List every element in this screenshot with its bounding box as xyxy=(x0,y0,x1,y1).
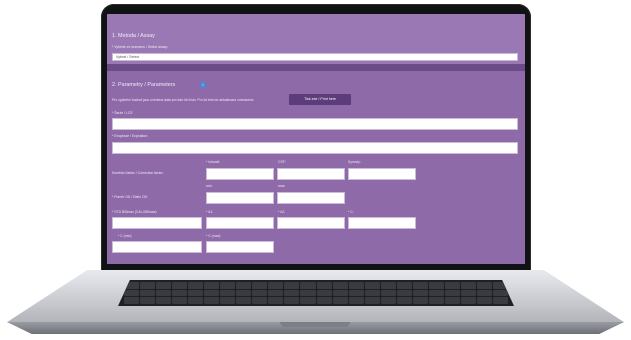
expiration-input[interactable] xyxy=(112,142,518,154)
c-max-label: * C (max): xyxy=(206,234,222,238)
col-label-serum: * Istnovit: xyxy=(206,160,220,164)
ratio-min-label: min: xyxy=(206,184,213,188)
laptop-screen: 1. Metoda / Assay * Vyberte ze seznamu /… xyxy=(107,14,525,264)
lot-input[interactable] xyxy=(112,118,518,130)
correction-csf-input[interactable] xyxy=(277,168,345,180)
section-divider xyxy=(107,64,525,71)
ratio-max-label: max: xyxy=(278,184,286,188)
lot-label: * Šarže / LOT: xyxy=(112,111,134,115)
c-max-input[interactable] xyxy=(206,241,274,253)
ratio-min-input[interactable] xyxy=(206,192,274,204)
std-a1-label: * A1: xyxy=(206,210,214,214)
laptop-notch xyxy=(280,322,350,327)
correction-synovial-input[interactable] xyxy=(348,168,416,180)
std-a2-label: * A2: xyxy=(278,210,286,214)
expiration-label: * Exspirace / Expiration: xyxy=(112,134,148,138)
ratio-label: * Poměr OD / Ratio OD: xyxy=(112,195,148,199)
std-c-input[interactable] xyxy=(348,217,416,229)
parameters-note: Pro vyplnění hodnot jsou uvedena data pr… xyxy=(112,98,254,102)
std-label: * STD B/Bmax (CAL B/Bmax): xyxy=(112,210,158,214)
ratio-max-input[interactable] xyxy=(277,192,345,204)
laptop-keyboard xyxy=(118,280,514,306)
assay-instruction: * Vyberte ze seznamu / Select assay: xyxy=(112,45,169,49)
assay-section-title: 1. Metoda / Assay xyxy=(112,33,155,39)
std-a1-input[interactable] xyxy=(206,217,274,229)
std-c-label: * C: xyxy=(348,210,354,214)
parameters-section-title: 2. Parametry / Parameters xyxy=(112,82,176,88)
print-button[interactable]: Tisk zde / Print here xyxy=(289,94,351,105)
col-label-synovial: Synoviy: xyxy=(348,160,361,164)
correction-factor-label: Korekční faktor / Correction factor: xyxy=(112,171,164,175)
std-a2-input[interactable] xyxy=(277,217,345,229)
std-input[interactable] xyxy=(112,217,202,229)
c-min-input[interactable] xyxy=(112,241,202,253)
c-min-label: * C (min): xyxy=(118,234,133,238)
correction-serum-input[interactable] xyxy=(206,168,274,180)
info-icon[interactable]: i xyxy=(200,82,206,88)
col-label-csf: CSF: xyxy=(278,160,286,164)
assay-select[interactable]: Vybrat / Select xyxy=(112,53,518,61)
